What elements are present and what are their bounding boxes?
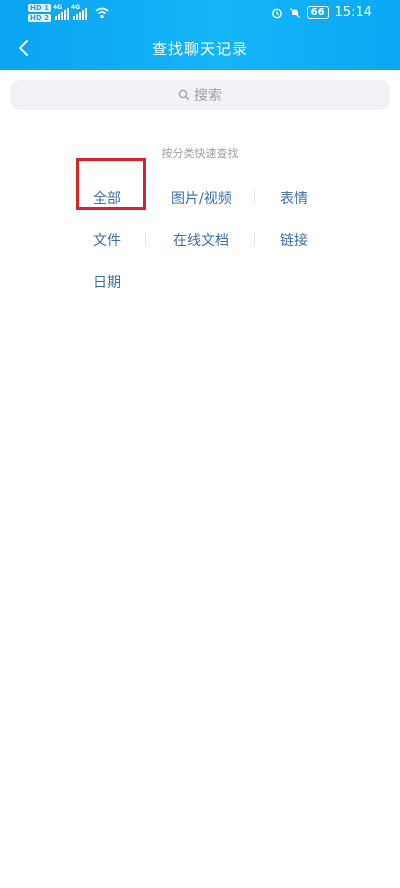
signal-2-tag: 4G [70,4,81,11]
signal-icon-1: 4G [52,4,69,20]
status-left: HD 1 HD 2 4G 4G [28,4,109,22]
highlight-box [76,158,146,210]
category-files[interactable]: 文件 [93,230,121,250]
category-online-docs[interactable]: 在线文档 [173,230,229,250]
battery-indicator: 66 [306,6,329,19]
mute-bell-icon [289,7,300,18]
hd1-indicator: HD 1 [28,4,51,12]
wifi-icon [95,7,109,19]
category-images-videos[interactable]: 图片/视频 [171,188,232,208]
divider [254,190,255,204]
status-bar: HD 1 HD 2 4G 4G 66 15:14 [0,0,400,28]
alarm-icon [271,8,282,18]
clock-time: 15:14 [334,5,372,20]
search-icon [178,89,190,101]
category-hint: 按分类快速查找 [161,147,239,160]
page-title: 查找聊天记录 [151,40,248,58]
hd-indicators: HD 1 HD 2 [28,4,51,22]
search-label: 搜索 [194,88,222,104]
category-links[interactable]: 链接 [280,230,308,250]
nav-bar: 查找聊天记录 [0,28,400,70]
category-stickers[interactable]: 表情 [280,188,308,208]
search-bar[interactable]: 搜索 [10,80,390,110]
hd2-indicator: HD 2 [28,14,51,22]
divider [254,232,255,246]
status-right: 66 15:14 [271,5,372,20]
signal-1-tag: 4G [52,4,63,11]
category-date[interactable]: 日期 [93,272,121,292]
top-bar: HD 1 HD 2 4G 4G 66 15:14 查找聊天记录 [0,0,400,70]
divider [145,232,146,246]
signal-icon-2: 4G [70,4,87,20]
